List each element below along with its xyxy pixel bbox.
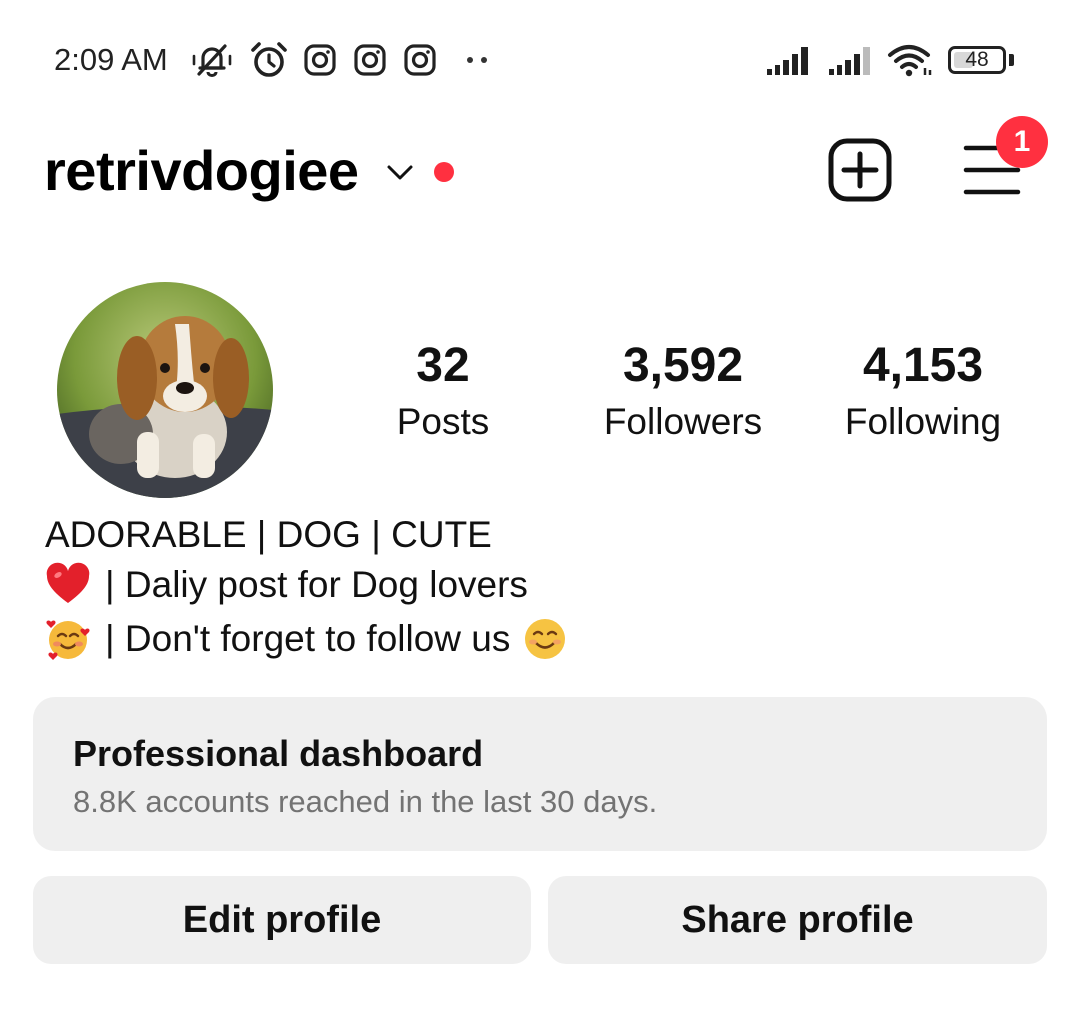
more-dots-icon (462, 40, 492, 80)
red-heart-emoji (45, 562, 91, 608)
wifi-icon (886, 40, 936, 80)
instagram-icon (400, 40, 440, 80)
notification-badge: 1 (996, 116, 1048, 168)
smiling-face-emoji (522, 616, 568, 662)
bio-line: | Don't forget to follow us (45, 614, 568, 664)
bio-line: | Daliy post for Dog lovers (45, 560, 528, 610)
smiling-face-with-hearts-emoji (45, 616, 91, 662)
stat-following-value: 4,153 (862, 339, 984, 392)
stat-followers-value: 3,592 (622, 339, 744, 392)
instagram-icon (350, 40, 390, 80)
stat-following-label: Following (844, 401, 1002, 442)
battery-cap (1009, 54, 1014, 66)
signal-icon (826, 40, 880, 80)
stat-followers-label: Followers (603, 401, 763, 442)
status-time: 2:09 AM (54, 42, 168, 77)
professional-dashboard-card[interactable]: Professional dashboard 8.8K accounts rea… (33, 697, 1047, 851)
chevron-down-icon[interactable] (384, 158, 416, 186)
stat-posts-value: 32 (416, 339, 470, 392)
dashboard-title: Professional dashboard (73, 733, 484, 774)
stat-posts-label: Posts (396, 401, 490, 442)
bio-line1-text: | Daliy post for Dog lovers (105, 564, 528, 605)
muted-bell-icon (186, 40, 238, 80)
instagram-icon (300, 40, 340, 80)
bio-line2-text: | Don't forget to follow us (105, 618, 511, 659)
signal-icon (764, 40, 818, 80)
share-profile-button[interactable]: Share profile (548, 876, 1047, 964)
stat-posts[interactable]: 32 Posts (323, 338, 563, 444)
edit-profile-button[interactable]: Edit profile (33, 876, 531, 964)
bio-title: ADORABLE | DOG | CUTE (45, 514, 492, 555)
avatar[interactable] (57, 282, 273, 498)
stat-following[interactable]: 4,153 Following (803, 338, 1043, 444)
alarm-icon (246, 40, 292, 80)
profile-username[interactable]: retrivdogiee (44, 138, 359, 204)
add-post-icon[interactable] (826, 136, 894, 204)
dashboard-subtitle: 8.8K accounts reached in the last 30 day… (73, 784, 658, 819)
account-status-dot (434, 162, 454, 182)
stat-followers[interactable]: 3,592 Followers (563, 338, 803, 444)
battery-icon: 48 (948, 46, 1006, 74)
battery-percent: 48 (965, 48, 989, 71)
